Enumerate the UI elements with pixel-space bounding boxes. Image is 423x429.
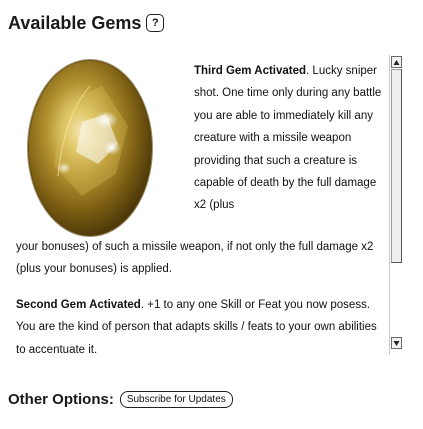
gem-icon xyxy=(24,56,156,240)
second-gem-title: Second Gem Activated xyxy=(16,299,141,311)
gem-description-panel[interactable]: Third Gem Activated. Lucky sniper shot. … xyxy=(8,52,385,359)
scroll-up-button[interactable] xyxy=(391,56,402,68)
page-title: Available Gems xyxy=(8,12,142,33)
other-options-label: Other Options: xyxy=(8,390,114,408)
arrow-up-icon xyxy=(393,59,400,65)
third-gem-description: . Lucky sniper shot. One time only durin… xyxy=(194,65,382,212)
vertical-scrollbar[interactable] xyxy=(389,55,402,355)
scrollbar-thumb[interactable] xyxy=(391,69,402,263)
other-options-row: Other Options: Subscribe for Updates xyxy=(8,388,233,410)
gems-header: Available Gems ? xyxy=(8,10,165,36)
subscribe-button[interactable]: Subscribe for Updates xyxy=(119,390,233,408)
arrow-down-icon xyxy=(393,340,400,346)
third-gem-text-top: Third Gem Activated. Lucky sniper shot. … xyxy=(194,60,382,217)
help-icon[interactable]: ? xyxy=(146,14,165,32)
third-gem-title: Third Gem Activated xyxy=(194,65,307,77)
second-gem-text: Second Gem Activated. +1 to any one Skil… xyxy=(16,294,382,359)
scroll-down-button[interactable] xyxy=(391,337,402,349)
third-gem-text-rest: your bonuses) of such a missile weapon, … xyxy=(16,241,374,276)
